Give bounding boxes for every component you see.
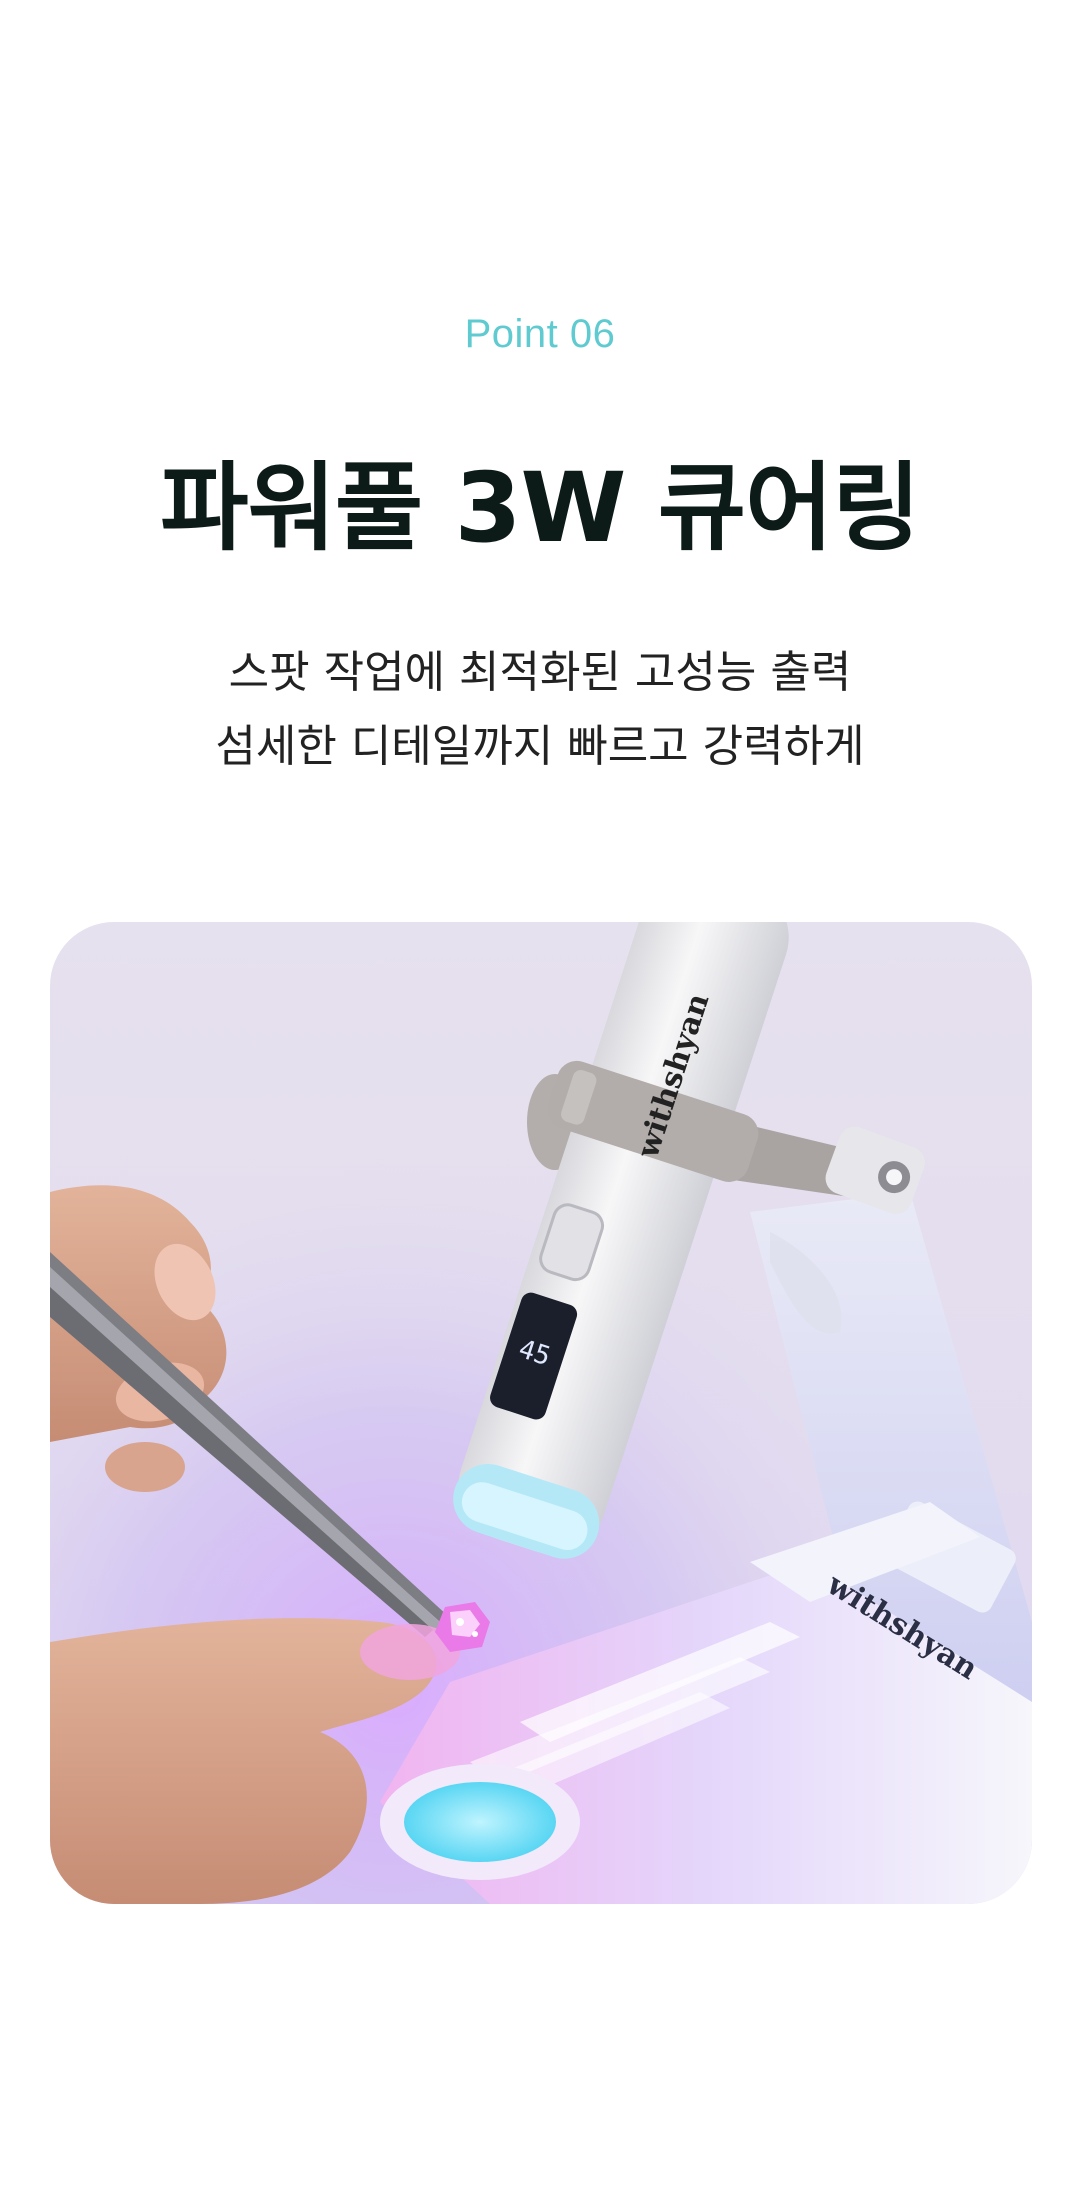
product-photo: 45 withshyan withshyan [50,922,1032,1904]
product-photo-illustration: 45 withshyan withshyan [50,922,1032,1904]
description-line-1: 스팟 작업에 최적화된 고성능 출력 [228,647,852,698]
product-detail-page: Point 06 파워풀 3W 큐어링 스팟 작업에 최적화된 고성능 출력 섬… [0,0,1080,2200]
description: 스팟 작업에 최적화된 고성능 출력 섬세한 디테일까지 빠르고 강력하게 [0,636,1080,784]
page-title: 파워풀 3W 큐어링 [160,452,920,564]
description-line-2: 섬세한 디테일까지 빠르고 강력하게 [215,721,865,772]
point-label: Point 06 [464,312,616,356]
